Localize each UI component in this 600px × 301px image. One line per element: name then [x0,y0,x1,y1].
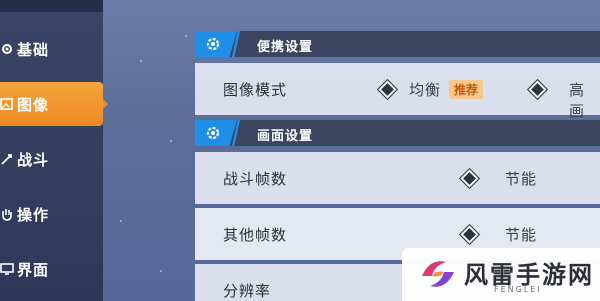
settings-sidebar: 基础 图像 战斗 操作 界面 [0,0,108,301]
fenglei-logo [422,261,454,287]
background-star [140,60,142,62]
section-icon-box [195,31,237,57]
sidebar-item-label: 基础 [17,40,50,59]
sidebar-item-image[interactable]: 图像 [0,82,108,126]
section-title: 画面设置 [257,129,314,144]
sword-icon [0,152,14,166]
section-header-display: 画面设置 [195,120,600,146]
sidebar-top-strip [0,0,103,12]
option-radio-balanced[interactable] [376,78,399,101]
background-star [185,35,187,37]
setting-label: 战斗帧数 [223,170,288,188]
section-icon-box [195,120,237,146]
monitor-icon [0,262,14,276]
setting-label: 图像模式 [223,81,288,99]
watermark: 风雷手游网 FENGLEI [402,248,600,301]
gear-icon [206,37,220,51]
sidebar-item-label: 界面 [17,260,50,279]
option-label-power-save[interactable]: 节能 [505,168,537,189]
recommended-badge: 推荐 [449,80,484,99]
background-star [120,220,122,222]
setting-label: 分辨率 [223,282,272,300]
background-star [160,270,162,272]
gear-icon [0,42,14,56]
section-title: 便携设置 [257,40,314,55]
watermark-subtitle: FENGLEI [494,285,542,294]
option-label-high[interactable]: 高画 [569,79,600,121]
sidebar-item-label: 战斗 [17,150,50,169]
option-radio-power-save[interactable] [458,167,481,190]
setting-row-image-mode: 图像模式 均衡 推荐 高画 [195,63,600,120]
image-icon [0,97,14,111]
sidebar-item-label: 操作 [17,205,50,224]
option-label-balanced[interactable]: 均衡 [409,79,441,100]
option-label-power-save[interactable]: 节能 [505,224,537,245]
sidebar-item-basic[interactable]: 基础 [0,27,103,71]
hand-icon [0,207,14,221]
sidebar-item-label: 图像 [17,95,50,114]
sidebar-item-controls[interactable]: 操作 [0,192,103,236]
background-star [170,140,172,142]
option-radio-high[interactable] [526,78,549,101]
option-radio-power-save[interactable] [458,223,481,246]
sidebar-item-interface[interactable]: 界面 [0,247,103,291]
setting-row-battle-fps: 战斗帧数 节能 [195,152,600,204]
setting-label: 其他帧数 [223,226,288,244]
gear-icon [206,126,220,140]
section-header-portable: 便携设置 [195,31,600,57]
sidebar-item-battle[interactable]: 战斗 [0,137,103,181]
